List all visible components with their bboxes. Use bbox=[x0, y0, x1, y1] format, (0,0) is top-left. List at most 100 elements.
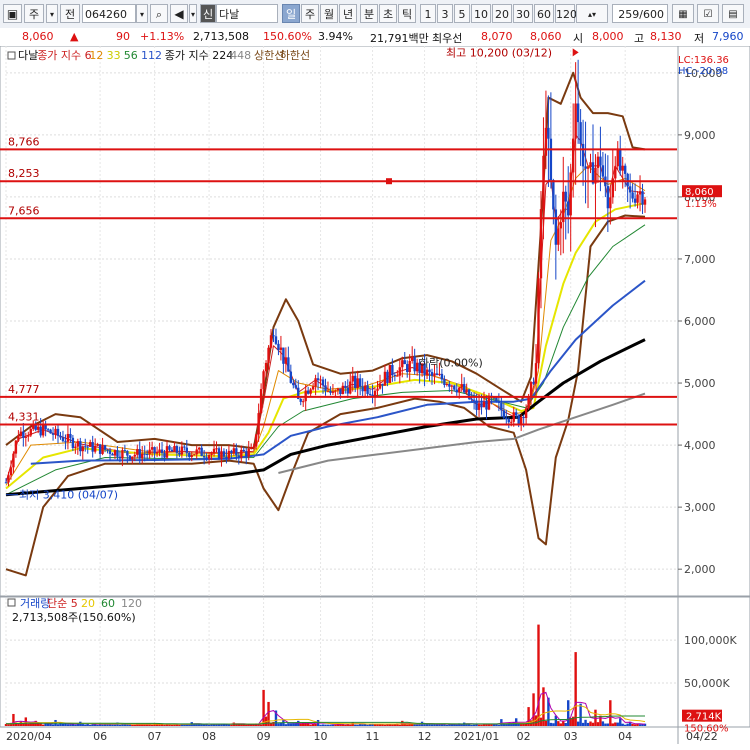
period-day[interactable]: 일 bbox=[282, 4, 300, 23]
layout-icon[interactable]: ▤ bbox=[722, 4, 744, 23]
candle bbox=[9, 467, 13, 476]
open-label: 시 bbox=[573, 32, 584, 45]
volume-bar bbox=[445, 724, 449, 726]
candle bbox=[22, 431, 25, 438]
volume-bar bbox=[69, 724, 72, 726]
volume-bar bbox=[96, 724, 99, 726]
candle bbox=[614, 166, 617, 179]
period-month[interactable]: 월 bbox=[320, 4, 338, 23]
candle bbox=[529, 382, 533, 397]
candle bbox=[462, 384, 466, 393]
interval-60[interactable]: 60 bbox=[534, 4, 554, 23]
interval-5[interactable]: 5 bbox=[454, 4, 470, 23]
candle bbox=[574, 103, 577, 139]
candle bbox=[589, 162, 592, 168]
volume-bar bbox=[537, 624, 540, 726]
lc-label: LC:136.36 bbox=[678, 55, 729, 66]
volume-bar bbox=[398, 724, 402, 726]
volume-bar bbox=[383, 724, 387, 726]
candle bbox=[123, 450, 127, 452]
candle bbox=[314, 378, 317, 387]
period-year[interactable]: 년 bbox=[339, 4, 357, 23]
candle bbox=[51, 433, 55, 435]
candle bbox=[480, 403, 483, 408]
volume-bar bbox=[594, 709, 597, 726]
candle bbox=[4, 482, 8, 484]
candle bbox=[272, 335, 275, 337]
candle bbox=[128, 455, 132, 460]
candle bbox=[79, 441, 82, 452]
high-label: 고 bbox=[634, 32, 645, 45]
legend-item: 56 bbox=[124, 49, 138, 62]
stock-name-field[interactable]: 다날 bbox=[216, 4, 278, 23]
candle bbox=[155, 452, 159, 454]
volume-bar bbox=[230, 724, 233, 726]
volume-bar bbox=[552, 723, 555, 726]
period-second[interactable]: 초 bbox=[379, 4, 397, 23]
volume-bar bbox=[619, 718, 622, 726]
candle bbox=[232, 448, 236, 454]
grid-settings-icon[interactable]: ▦ bbox=[672, 4, 694, 23]
candle bbox=[398, 367, 402, 376]
interval-20[interactable]: 20 bbox=[492, 4, 512, 23]
candle bbox=[455, 389, 458, 393]
volume-bar bbox=[289, 723, 293, 726]
code-dropdown-icon[interactable]: ▾ bbox=[136, 4, 148, 23]
candle bbox=[544, 127, 548, 156]
candle bbox=[626, 173, 629, 187]
new-button[interactable]: 신 bbox=[200, 4, 216, 23]
candle bbox=[175, 446, 179, 453]
volume-bar bbox=[604, 723, 607, 726]
candle bbox=[49, 429, 52, 434]
x-axis-label: 03 bbox=[564, 730, 578, 743]
period-week[interactable]: 주 bbox=[301, 4, 319, 23]
volume-bar bbox=[415, 724, 419, 726]
period-minute[interactable]: 분 bbox=[360, 4, 378, 23]
sound-dropdown-icon[interactable]: ▾ bbox=[189, 4, 197, 23]
candle bbox=[17, 436, 20, 441]
candle bbox=[178, 452, 181, 455]
interval-spinner[interactable]: ▴▾ bbox=[576, 4, 608, 23]
candle bbox=[440, 373, 444, 380]
type-button[interactable]: 주 bbox=[24, 4, 44, 23]
candle bbox=[74, 446, 77, 448]
line-handle[interactable] bbox=[386, 178, 392, 185]
candle bbox=[133, 454, 136, 457]
volume-bar bbox=[354, 724, 357, 726]
interval-1[interactable]: 1 bbox=[420, 4, 436, 23]
volume-bar bbox=[89, 724, 92, 726]
interval-3[interactable]: 3 bbox=[437, 4, 453, 23]
chevron-down-icon[interactable]: ▾ bbox=[46, 4, 58, 23]
candle bbox=[98, 444, 102, 454]
volume-bar bbox=[480, 724, 483, 726]
price-chart[interactable]: 2,0003,0004,0005,0006,0007,0008,0009,000… bbox=[0, 46, 750, 750]
count-field[interactable]: 259/600 bbox=[612, 4, 668, 23]
interval-10[interactable]: 10 bbox=[471, 4, 491, 23]
period-tick[interactable]: 틱 bbox=[398, 4, 416, 23]
checkbox-settings-icon[interactable]: ☑ bbox=[697, 4, 719, 23]
search-icon[interactable]: ⌕ bbox=[150, 4, 168, 23]
x-axis-label: 09 bbox=[257, 730, 271, 743]
candle bbox=[116, 450, 119, 457]
volume-bar bbox=[81, 724, 84, 726]
candle bbox=[482, 401, 486, 408]
horizontal-line-label: 7,656 bbox=[8, 204, 40, 217]
candle bbox=[643, 199, 647, 205]
menu-icon[interactable]: ▣ bbox=[3, 4, 22, 23]
candle bbox=[381, 383, 384, 386]
candle bbox=[12, 453, 15, 468]
candle bbox=[527, 396, 530, 409]
candle bbox=[460, 384, 463, 388]
interval-120[interactable]: 120 bbox=[555, 4, 577, 23]
candle bbox=[306, 390, 310, 394]
code-input[interactable]: 064260 bbox=[82, 4, 136, 23]
volume-bar bbox=[12, 713, 15, 726]
market-button[interactable]: 전 bbox=[60, 4, 80, 23]
volume-value: 2,713,508 bbox=[193, 30, 249, 43]
interval-30[interactable]: 30 bbox=[513, 4, 533, 23]
candle bbox=[472, 399, 476, 401]
change-arrow: ▲ bbox=[70, 30, 79, 43]
volume-bar bbox=[564, 722, 567, 726]
speaker-icon[interactable]: ◀ bbox=[170, 4, 188, 23]
candle bbox=[289, 371, 293, 383]
